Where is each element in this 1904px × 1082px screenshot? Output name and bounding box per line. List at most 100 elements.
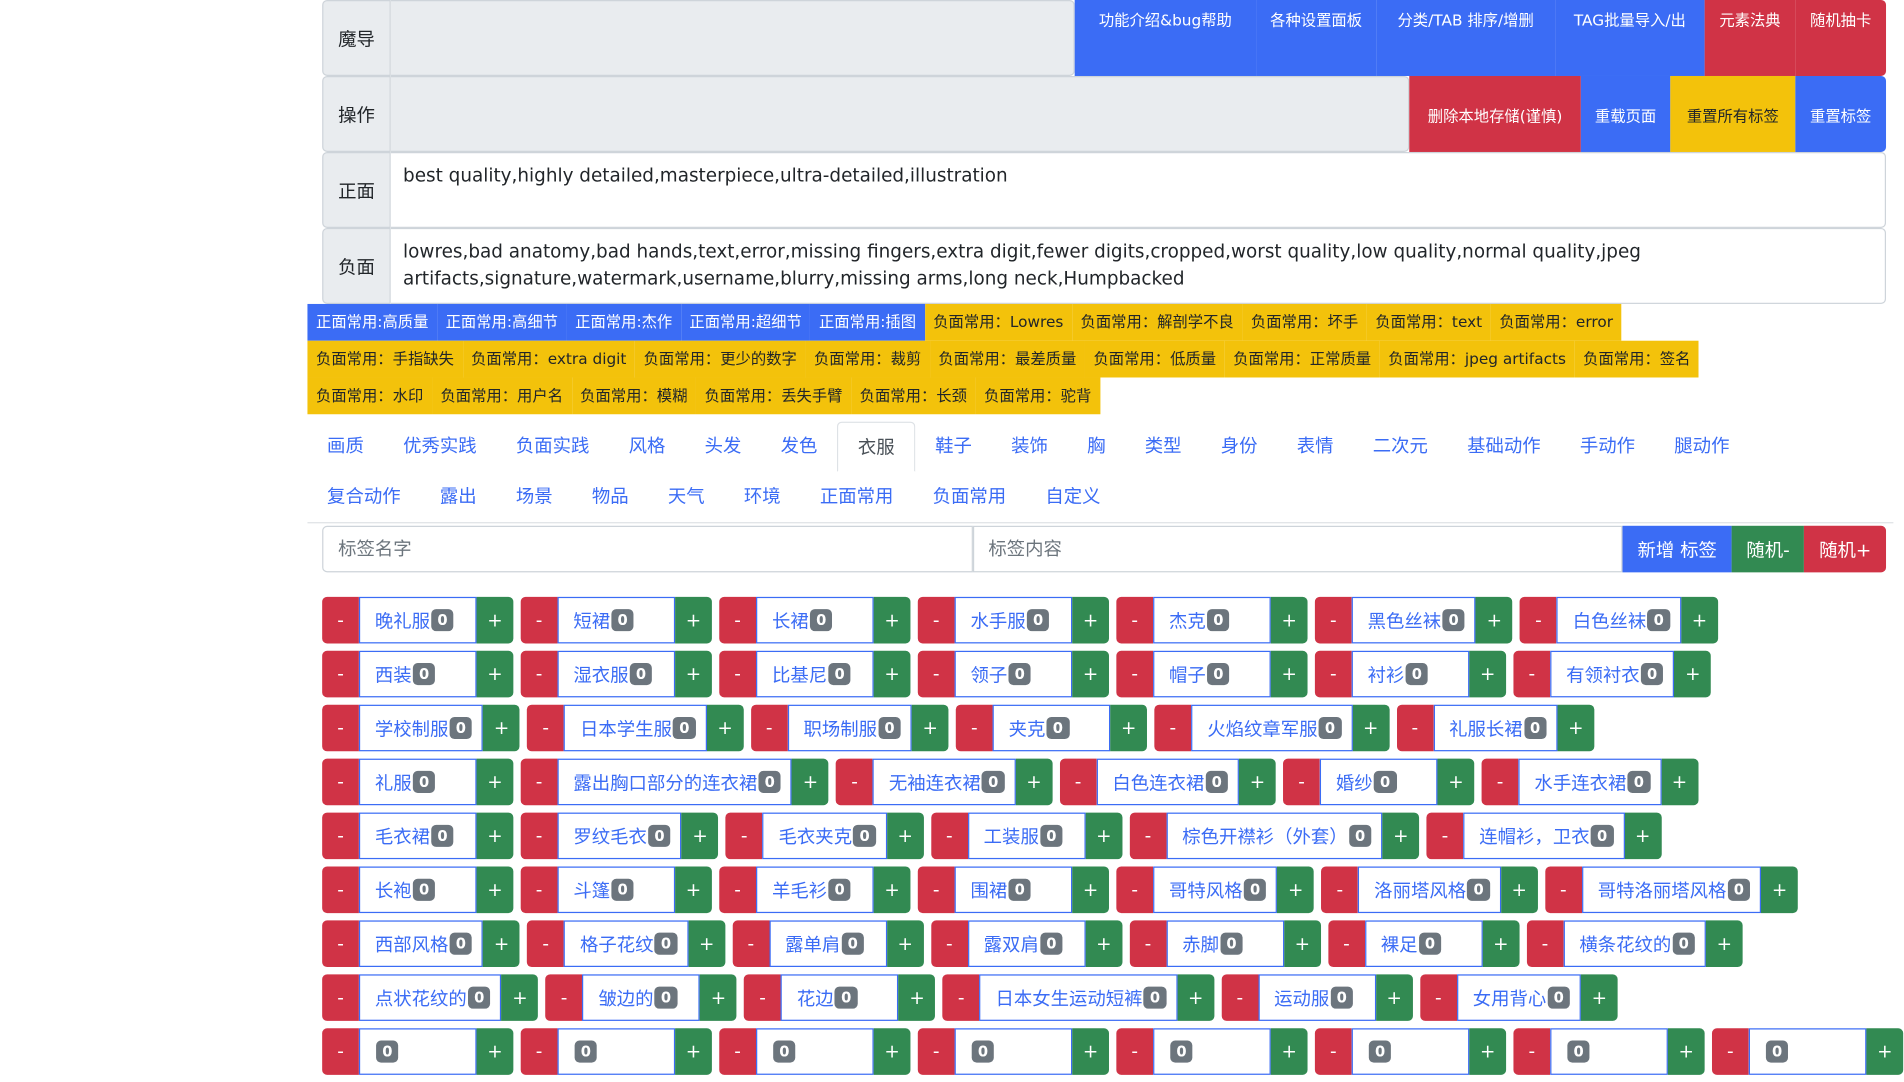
tag-minus-button[interactable]: - [1711,1028,1749,1075]
prompt-chip[interactable]: 负面常用：水印 [307,377,432,415]
tag-minus-button[interactable]: - [322,1028,359,1075]
tab-0-13[interactable]: 二次元 [1353,422,1447,472]
tag-minus-button[interactable]: - [322,596,359,644]
tab-0-3[interactable]: 风格 [609,422,685,472]
tag-plus-button[interactable]: + [1270,596,1308,644]
tag-plus-button[interactable]: + [1085,812,1123,860]
negative-prompt-textarea[interactable]: lowres,bad anatomy,bad hands,text,error,… [390,227,1887,304]
tag-plus-button[interactable]: + [483,704,520,752]
tag-content-input[interactable] [972,525,1623,573]
tag-minus-button[interactable]: - [719,596,757,644]
prompt-chip[interactable]: 正面常用:高细节 [437,303,567,341]
tag-name-button[interactable]: 皱边的 0 [582,974,701,1021]
tag-name-button[interactable]: 毛衣裙 0 [358,812,477,860]
tag-name-button[interactable]: 毛衣夹克 0 [762,812,887,860]
add-tag-button[interactable]: 新增 标签 [1622,525,1732,573]
tag-minus-button[interactable]: - [1116,866,1154,914]
tag-minus-button[interactable]: - [322,650,359,698]
tag-plus-button[interactable]: + [675,866,712,914]
tag-plus-button[interactable]: + [700,974,737,1021]
tag-plus-button[interactable]: + [873,1028,911,1075]
tag-name-button[interactable]: 职场制服 0 [787,704,912,752]
tag-name-button[interactable]: 比基尼 0 [756,650,874,698]
prompt-chip[interactable]: 负面常用：裁剪 [805,340,930,378]
prompt-chip[interactable]: 负面常用：模糊 [571,377,697,415]
tag-minus-button[interactable]: - [322,920,359,967]
tag-name-button[interactable]: 格子花纹 0 [564,920,689,967]
tag-name-button[interactable]: 露出胸口部分的连衣裙 0 [557,758,793,806]
tag-plus-button[interactable]: + [1761,866,1798,914]
tag-plus-button[interactable]: + [688,920,726,967]
tag-minus-button[interactable]: - [732,920,770,967]
tag-name-button[interactable]: 0 [1550,1028,1668,1075]
tag-plus-button[interactable]: + [501,974,539,1021]
tag-minus-button[interactable]: - [520,596,558,644]
tag-name-button[interactable]: 运动服 0 [1258,974,1376,1021]
prompt-chip[interactable]: 负面常用：手指缺失 [307,340,463,378]
tag-name-button[interactable]: 长裙 0 [756,596,874,644]
tab-0-2[interactable]: 负面实践 [496,422,609,472]
prompt-chip[interactable]: 负面常用：jpeg artifacts [1379,340,1575,378]
tag-name-button[interactable]: 湿衣服 0 [557,650,676,698]
tag-minus-button[interactable]: - [750,704,788,752]
tag-name-button[interactable]: 领子 0 [954,650,1073,698]
tag-plus-button[interactable]: + [1661,758,1698,806]
tag-import-button[interactable]: TAG批量导入/出 [1555,0,1705,76]
tag-plus-button[interactable]: + [1469,1028,1507,1075]
prompt-chip[interactable]: 负面常用：长颈 [851,377,976,415]
tab-0-6[interactable]: 衣服 [837,421,916,472]
tag-name-button[interactable]: 西装 0 [358,650,477,698]
tag-minus-button[interactable]: - [725,812,763,860]
tag-plus-button[interactable]: + [476,866,514,914]
tab-0-9[interactable]: 胸 [1067,422,1125,472]
tag-plus-button[interactable]: + [1624,812,1662,860]
tag-name-button[interactable]: 连帽衫，卫衣 0 [1463,812,1625,860]
tag-name-button[interactable]: 日本女生运动短裤 0 [979,974,1178,1021]
tag-minus-button[interactable]: - [520,866,558,914]
tab-0-10[interactable]: 类型 [1125,422,1201,472]
tag-minus-button[interactable]: - [520,650,558,698]
tab-0-7[interactable]: 鞋子 [915,422,991,472]
element-codex-button[interactable]: 元素法典 [1704,0,1796,76]
tag-name-button[interactable]: 羊毛衫 0 [756,866,874,914]
tag-plus-button[interactable]: + [1674,650,1712,698]
tag-plus-button[interactable]: + [1015,758,1053,806]
tag-name-button[interactable]: 火焰纹章军服 0 [1191,704,1353,752]
prompt-chip[interactable]: 正面常用:超细节 [680,303,811,341]
tag-name-button[interactable]: 黑色丝袜 0 [1351,596,1476,644]
tag-plus-button[interactable]: + [1352,704,1390,752]
tag-name-button[interactable]: 花边 0 [780,974,899,1021]
tag-plus-button[interactable]: + [1437,758,1475,806]
tag-plus-button[interactable]: + [476,812,514,860]
tag-minus-button[interactable]: - [1129,920,1167,967]
tag-plus-button[interactable]: + [1482,920,1520,967]
tag-name-button[interactable]: 日本学生服 0 [564,704,707,752]
tag-plus-button[interactable]: + [476,758,514,806]
tag-plus-button[interactable]: + [483,920,520,967]
tag-minus-button[interactable]: - [1513,1028,1551,1075]
tab-0-16[interactable]: 腿动作 [1655,422,1749,472]
prompt-chip[interactable]: 负面常用：坏手 [1242,303,1367,341]
tag-name-button[interactable]: 水手连衣裙 0 [1518,758,1662,806]
prompt-chip[interactable]: 负面常用：签名 [1574,340,1700,378]
tag-plus-button[interactable]: + [1270,650,1308,698]
tag-name-button[interactable]: 横条花纹的 0 [1563,920,1707,967]
tag-name-button[interactable]: 女用背心 0 [1456,974,1582,1021]
tag-minus-button[interactable]: - [1221,974,1259,1021]
reset-all-tags-button[interactable]: 重置所有标签 [1670,75,1796,152]
tag-plus-button[interactable]: + [1072,866,1109,914]
tag-name-button[interactable]: 哥特洛丽塔风格 0 [1581,866,1762,914]
tag-minus-button[interactable]: - [1545,866,1582,914]
tag-name-input[interactable] [322,525,973,573]
tag-minus-button[interactable]: - [930,920,968,967]
tag-minus-button[interactable]: - [930,812,968,860]
tag-minus-button[interactable]: - [1520,596,1557,644]
tab-1-8[interactable]: 自定义 [1026,472,1120,522]
tab-0-8[interactable]: 装饰 [991,422,1067,472]
tag-plus-button[interactable]: + [476,650,514,698]
tag-minus-button[interactable]: - [1328,920,1365,967]
tag-name-button[interactable]: 工装服 0 [967,812,1086,860]
tag-minus-button[interactable]: - [520,1028,558,1075]
prompt-chip[interactable]: 负面常用：error [1490,303,1622,341]
tag-plus-button[interactable]: + [706,704,744,752]
